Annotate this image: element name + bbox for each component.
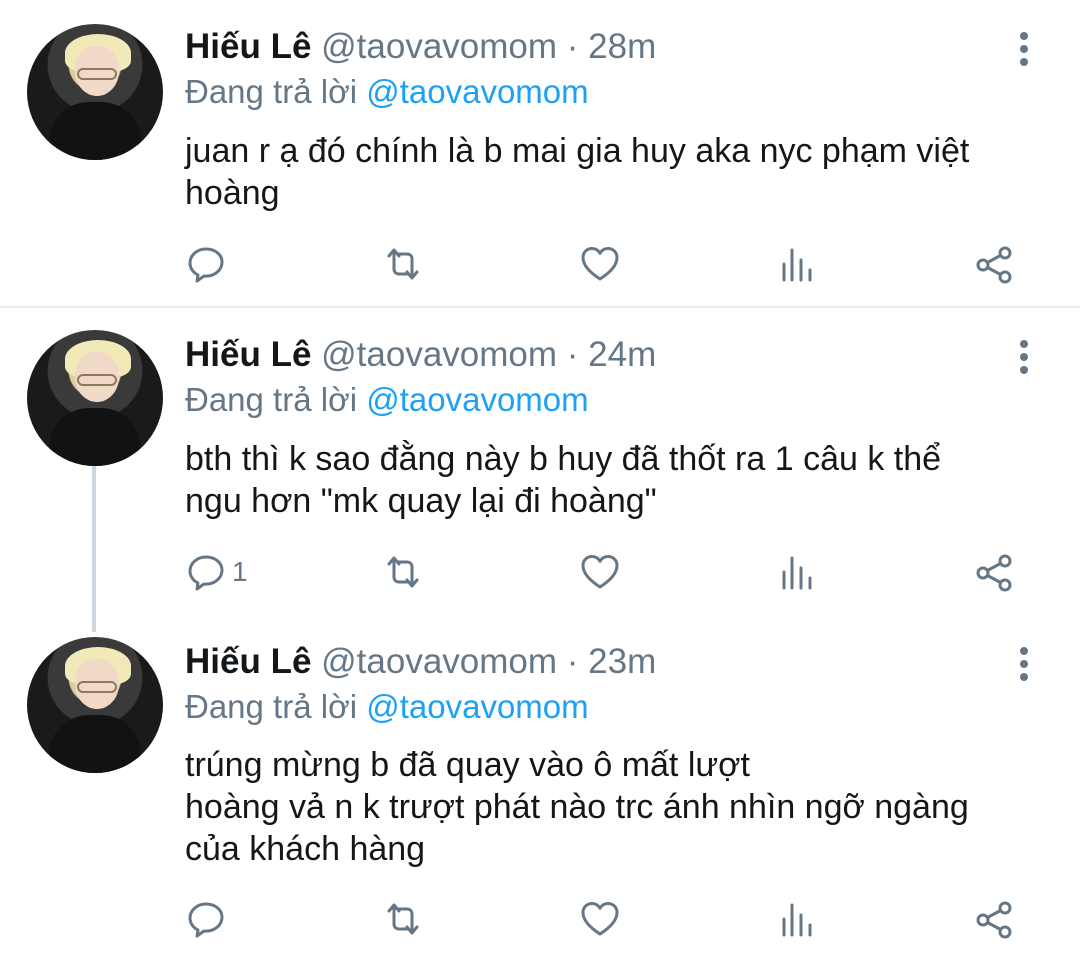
reply-icon <box>188 247 224 283</box>
action-bar <box>0 242 1080 292</box>
share-button[interactable] <box>974 242 1014 286</box>
thread-connector <box>92 466 96 632</box>
like-button[interactable] <box>580 550 620 594</box>
reply-icon <box>188 902 224 938</box>
like-button[interactable] <box>580 242 620 286</box>
separator: · <box>557 27 589 66</box>
separator: · <box>557 335 589 374</box>
retweet-button[interactable] <box>383 242 423 286</box>
mention-link[interactable]: @taovavomom <box>366 688 588 725</box>
reply-button[interactable] <box>186 897 232 941</box>
like-icon <box>581 902 619 936</box>
share-icon <box>976 246 1012 284</box>
share-button[interactable] <box>974 550 1014 594</box>
analytics-button[interactable] <box>777 897 817 941</box>
avatar[interactable] <box>27 330 163 466</box>
tweet-header: Hiếu Lê @taovavomom · 28m <box>185 27 656 67</box>
tweet-text: trúng mừng b đã quay vào ô mất lượt hoàn… <box>185 744 1045 870</box>
like-icon <box>581 555 619 589</box>
like-button[interactable] <box>580 897 620 941</box>
mention-link[interactable]: @taovavomom <box>366 381 588 418</box>
tweet-text-line: của khách hàng <box>185 830 426 868</box>
tweet-text: bth thì k sao đằng này b huy đã thốt ra … <box>185 440 942 520</box>
reply-icon <box>188 555 224 591</box>
tweet-header: Hiếu Lê @taovavomom · 24m <box>185 335 656 375</box>
tweet[interactable]: Hiếu Lê @taovavomom · 28m Đang trả lời @… <box>0 0 1080 306</box>
author-name[interactable]: Hiếu Lê <box>185 335 311 374</box>
author-handle[interactable]: @taovavomom <box>321 27 557 66</box>
author-name[interactable]: Hiếu Lê <box>185 642 311 681</box>
avatar[interactable] <box>27 24 163 160</box>
analytics-icon <box>782 556 812 590</box>
retweet-button[interactable] <box>383 897 423 941</box>
more-icon[interactable] <box>1013 647 1035 686</box>
replying-label: Đang trả lời <box>185 381 367 418</box>
tweet-text: juan r ạ đó chính là b mai gia huy aka n… <box>185 132 970 212</box>
retweet-icon <box>387 903 419 935</box>
author-name[interactable]: Hiếu Lê <box>185 27 311 66</box>
tweet-header: Hiếu Lê @taovavomom · 23m <box>185 642 656 682</box>
tweet[interactable]: Hiếu Lê @taovavomom · 24m Đang trả lời @… <box>0 308 1080 614</box>
mention-link[interactable]: @taovavomom <box>366 73 588 110</box>
author-handle[interactable]: @taovavomom <box>321 642 557 681</box>
analytics-icon <box>782 903 812 937</box>
share-icon <box>976 554 1012 592</box>
reply-button[interactable]: 1 <box>186 550 248 594</box>
replying-to: Đang trả lời @taovavomom <box>185 73 589 111</box>
replying-to: Đang trả lời @taovavomom <box>185 381 589 419</box>
more-icon[interactable] <box>1013 340 1035 379</box>
replying-label: Đang trả lời <box>185 73 367 110</box>
tweet-text-line: trúng mừng b đã quay vào ô mất lượt <box>185 746 750 784</box>
avatar[interactable] <box>27 637 163 773</box>
replying-label: Đang trả lời <box>185 688 367 725</box>
share-button[interactable] <box>974 897 1014 941</box>
retweet-icon <box>387 556 419 588</box>
replying-to: Đang trả lời @taovavomom <box>185 688 589 726</box>
like-icon <box>581 247 619 281</box>
timestamp[interactable]: 24m <box>588 335 656 374</box>
retweet-button[interactable] <box>383 550 423 594</box>
retweet-icon <box>387 248 419 280</box>
action-bar <box>0 897 1080 947</box>
analytics-button[interactable] <box>777 242 817 286</box>
share-icon <box>976 901 1012 939</box>
timestamp[interactable]: 28m <box>588 27 656 66</box>
more-icon[interactable] <box>1013 32 1035 71</box>
separator: · <box>557 642 589 681</box>
author-handle[interactable]: @taovavomom <box>321 335 557 374</box>
action-bar: 1 <box>0 550 1080 600</box>
tweet-text-line: hoàng vả n k trượt phát nào trc ánh nhìn… <box>185 788 969 826</box>
tweet[interactable]: Hiếu Lê @taovavomom · 23m Đang trả lời @… <box>0 615 1080 960</box>
analytics-button[interactable] <box>777 550 817 594</box>
analytics-icon <box>782 248 812 282</box>
reply-count: 1 <box>232 556 248 587</box>
timestamp[interactable]: 23m <box>588 642 656 681</box>
reply-button[interactable] <box>186 242 232 286</box>
